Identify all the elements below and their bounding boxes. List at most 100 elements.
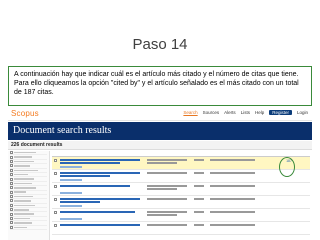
facet-bar bbox=[14, 156, 32, 158]
result-row[interactable] bbox=[52, 209, 310, 222]
scopus-screenshot: Scopus Search Sources Alerts Lists Help … bbox=[8, 107, 312, 240]
checkbox[interactable] bbox=[10, 168, 13, 172]
facet-bar bbox=[14, 160, 34, 163]
result-checkbox[interactable] bbox=[54, 198, 57, 201]
result-row-top-cited[interactable]: 187 bbox=[52, 157, 310, 170]
facet-bar bbox=[14, 173, 28, 176]
view-abstract-link[interactable] bbox=[60, 218, 82, 220]
result-year bbox=[194, 198, 204, 200]
facet-bar bbox=[14, 226, 27, 229]
result-title-line[interactable] bbox=[60, 201, 100, 203]
checkbox[interactable] bbox=[10, 159, 13, 163]
result-source bbox=[210, 198, 255, 200]
result-source bbox=[210, 172, 255, 174]
result-checkbox[interactable] bbox=[54, 211, 57, 214]
facet-bar bbox=[14, 182, 32, 185]
scopus-logo[interactable]: Scopus bbox=[11, 109, 39, 118]
result-checkbox[interactable] bbox=[54, 172, 57, 175]
sidebar-row[interactable] bbox=[10, 225, 47, 231]
checkbox[interactable] bbox=[10, 177, 13, 181]
result-row[interactable] bbox=[52, 170, 310, 183]
result-title-line[interactable] bbox=[60, 172, 140, 174]
checkbox[interactable] bbox=[10, 203, 13, 207]
result-title-line[interactable] bbox=[60, 198, 140, 200]
nav-alerts[interactable]: Alerts bbox=[224, 110, 236, 115]
result-title-line[interactable] bbox=[60, 224, 140, 226]
facet-bar bbox=[14, 200, 31, 202]
results-banner: Document search results bbox=[8, 122, 312, 140]
checkbox[interactable] bbox=[10, 212, 13, 216]
checkbox[interactable] bbox=[10, 181, 13, 185]
slide-title: Paso 14 bbox=[132, 36, 188, 53]
result-row[interactable] bbox=[52, 222, 310, 235]
result-title-line[interactable] bbox=[60, 185, 130, 187]
checkbox[interactable] bbox=[10, 199, 13, 203]
checkbox[interactable] bbox=[10, 155, 13, 159]
result-title-line[interactable] bbox=[60, 162, 120, 164]
nav-sources[interactable]: Sources bbox=[203, 110, 220, 115]
checkbox[interactable] bbox=[10, 221, 13, 225]
result-authors bbox=[147, 188, 177, 190]
checkbox[interactable] bbox=[10, 173, 13, 177]
checkbox[interactable] bbox=[10, 217, 13, 221]
scopus-top-bar: Scopus Search Sources Alerts Lists Help … bbox=[8, 107, 312, 121]
result-year bbox=[194, 211, 204, 213]
result-checkbox[interactable] bbox=[54, 224, 57, 227]
checkbox[interactable] bbox=[10, 151, 13, 155]
result-source bbox=[210, 224, 255, 226]
nav-lists[interactable]: Lists bbox=[241, 110, 250, 115]
facet-bar bbox=[14, 178, 34, 180]
result-authors bbox=[147, 211, 187, 213]
checkbox[interactable] bbox=[10, 225, 13, 229]
result-title-line[interactable] bbox=[60, 159, 140, 161]
result-authors bbox=[147, 198, 187, 200]
banner-title: Document search results bbox=[13, 125, 112, 136]
facet-bar bbox=[14, 169, 38, 171]
facet-bar bbox=[14, 151, 36, 154]
result-count: 226 document results bbox=[11, 142, 63, 148]
result-authors bbox=[147, 214, 177, 216]
facet-bar bbox=[14, 222, 32, 224]
checkbox[interactable] bbox=[10, 186, 13, 190]
result-authors bbox=[147, 162, 177, 164]
checkbox[interactable] bbox=[10, 195, 13, 199]
result-title-line[interactable] bbox=[60, 175, 110, 177]
view-abstract-link[interactable] bbox=[60, 179, 82, 181]
result-authors bbox=[147, 172, 187, 174]
facet-bar bbox=[14, 209, 29, 211]
facet-bar bbox=[14, 195, 33, 198]
view-abstract-link[interactable] bbox=[60, 192, 82, 194]
result-source bbox=[210, 185, 255, 187]
checkbox[interactable] bbox=[10, 164, 13, 168]
instruction-callout: A continuación hay que indicar cuál es e… bbox=[8, 66, 312, 106]
results-toolbar: 226 document results bbox=[8, 141, 312, 150]
checkbox[interactable] bbox=[10, 208, 13, 212]
results-table: 187 bbox=[52, 151, 310, 240]
result-authors bbox=[147, 159, 187, 161]
cited-by-highlight-circle bbox=[279, 157, 295, 177]
result-row[interactable] bbox=[52, 196, 310, 209]
view-abstract-link[interactable] bbox=[60, 205, 82, 207]
facet-bar bbox=[14, 191, 26, 193]
result-source bbox=[210, 159, 255, 161]
result-title-line[interactable] bbox=[60, 211, 135, 213]
checkbox[interactable] bbox=[10, 190, 13, 194]
facet-bar bbox=[14, 187, 36, 189]
facet-bar bbox=[14, 217, 30, 220]
facet-bar bbox=[14, 204, 35, 207]
nav-search[interactable]: Search bbox=[183, 110, 197, 115]
result-source bbox=[210, 211, 255, 213]
result-authors bbox=[147, 224, 187, 226]
result-authors bbox=[147, 185, 187, 187]
result-checkbox[interactable] bbox=[54, 159, 57, 162]
view-abstract-link[interactable] bbox=[60, 166, 82, 168]
top-nav: Search Sources Alerts Lists Help Registe… bbox=[183, 110, 308, 115]
result-year bbox=[194, 159, 204, 161]
register-button[interactable]: Register bbox=[269, 110, 292, 115]
result-row[interactable] bbox=[52, 183, 310, 196]
login-button[interactable]: Login bbox=[297, 110, 308, 115]
result-year bbox=[194, 224, 204, 226]
result-checkbox[interactable] bbox=[54, 185, 57, 188]
nav-help[interactable]: Help bbox=[255, 110, 264, 115]
result-year bbox=[194, 185, 204, 187]
